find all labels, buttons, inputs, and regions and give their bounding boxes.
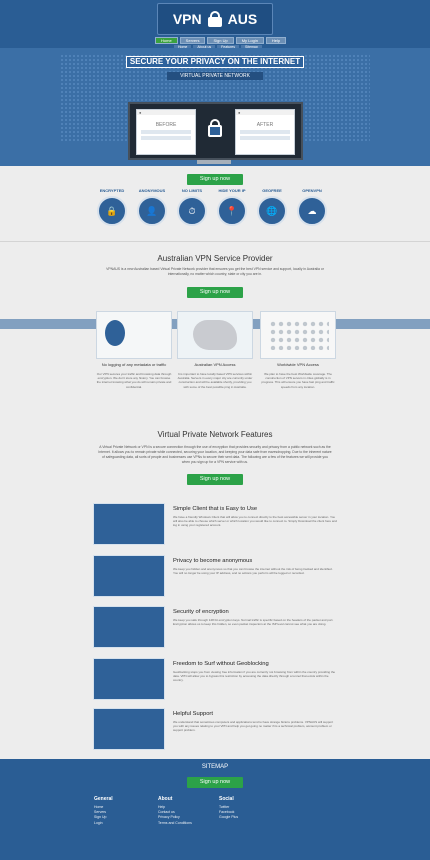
nav-sign-up[interactable]: Sign Up bbox=[207, 37, 234, 44]
hero-subtitle: VIRTUAL PRIVATE NETWORK bbox=[167, 72, 263, 80]
feature-row-privacy: Privacy to become anonymous We keep you … bbox=[93, 555, 337, 597]
row-title: Security of encryption bbox=[173, 609, 229, 615]
card-text: Our VPN secures your traffic and browsin… bbox=[96, 372, 172, 389]
hero-title: SECURE YOUR PRIVACY ON THE INTERNET bbox=[126, 56, 304, 68]
footer-link-terms[interactable]: Terms and Conditions bbox=[158, 821, 192, 826]
signup-button[interactable]: Sign up now bbox=[187, 174, 243, 185]
footer-heading: Social bbox=[219, 796, 234, 802]
features-title: Virtual Private Network Features bbox=[157, 430, 273, 439]
speedometer-icon: ⏱ bbox=[177, 196, 207, 226]
monitor-illustration: ● BEFORE ● AFTER bbox=[128, 102, 303, 160]
pin-icon: 📍 bbox=[217, 196, 247, 226]
logo-left: VPN bbox=[172, 11, 202, 27]
row-text: Geoblocking stops you from viewing free … bbox=[173, 670, 336, 683]
after-caption: ● bbox=[236, 110, 294, 115]
screenshot-world bbox=[260, 311, 336, 359]
main-nav: Home Servers Sign Up My Login Help bbox=[155, 37, 287, 44]
screenshot-logging bbox=[96, 311, 172, 359]
site-logo[interactable]: VPN AUS bbox=[157, 3, 273, 35]
security-icon bbox=[93, 606, 165, 648]
card-text: We plan to have the best Worldwide cover… bbox=[261, 372, 335, 389]
card-title: Worldwide VPN Access bbox=[277, 362, 319, 367]
feature-label: ANONYMOUS bbox=[138, 188, 166, 193]
feature-hide-ip: HIDE YOUR IP 📍 bbox=[214, 188, 250, 226]
row-title: Privacy to become anonymous bbox=[173, 558, 253, 564]
nav-servers[interactable]: Servers bbox=[179, 37, 206, 44]
privacy-icon bbox=[93, 555, 165, 597]
card-title: Australian VPN Access bbox=[194, 362, 236, 367]
signup-button[interactable]: Sign up now bbox=[187, 287, 243, 298]
section-divider bbox=[0, 241, 430, 242]
footer-about: About Help Contact us Privacy Policy Ter… bbox=[158, 796, 192, 826]
feature-label: NO LIMITS bbox=[181, 188, 203, 193]
row-text: We keep you safe through 128 bit encrypt… bbox=[173, 618, 334, 627]
nav-home[interactable]: Home bbox=[155, 37, 178, 44]
globe-icon: 🌐 bbox=[257, 196, 287, 226]
before-title: BEFORE bbox=[155, 122, 177, 128]
nav-my-login[interactable]: My Login bbox=[235, 37, 264, 44]
lock-icon bbox=[208, 119, 222, 137]
footer-general: General Home Servers Sign Up Login bbox=[94, 796, 113, 826]
client-icon bbox=[93, 503, 165, 545]
features-intro: A Virtual Private Network or VPN is a se… bbox=[98, 445, 332, 464]
help-icon bbox=[93, 708, 165, 750]
before-panel: ● BEFORE bbox=[136, 109, 196, 155]
waves-icon bbox=[93, 658, 165, 700]
card-title: No logging of any metadata or traffic bbox=[101, 362, 167, 367]
signup-button[interactable]: Sign up now bbox=[187, 777, 243, 788]
row-title: Freedom to Surf without Geoblocking bbox=[173, 661, 269, 667]
row-text: We keep you hidden and anonymous so that… bbox=[173, 567, 333, 576]
logo-right: AUS bbox=[227, 11, 258, 27]
footer-link-google[interactable]: Google Plus bbox=[219, 815, 238, 820]
after-title: AFTER bbox=[256, 122, 274, 128]
nav-help[interactable]: Help bbox=[265, 37, 287, 44]
lock-icon bbox=[207, 11, 222, 27]
feature-row-security: Security of encryption We keep you safe … bbox=[93, 606, 337, 648]
feature-geofree: GEOFREE 🌐 bbox=[254, 188, 290, 226]
feature-no-limits: NO LIMITS ⏱ bbox=[174, 188, 210, 226]
row-text: We have a friendly Windows Client that w… bbox=[173, 515, 337, 528]
feature-row-support: Helpful Support We understand that somet… bbox=[93, 708, 337, 750]
signup-button[interactable]: Sign up now bbox=[187, 474, 243, 485]
after-panel: ● AFTER bbox=[235, 109, 295, 155]
service-title: Australian VPN Service Provider bbox=[157, 254, 273, 263]
footer-social: Social Twitter Facebook Google Plus bbox=[219, 796, 238, 821]
feature-label: OPENVPN bbox=[302, 188, 322, 193]
feature-openvpn: OPENVPN ☁ bbox=[294, 188, 330, 226]
service-intro: VPNAUS is a new Australian based Virtual… bbox=[106, 267, 324, 276]
feature-row-client: Simple Client that is Easy to Use We hav… bbox=[93, 503, 337, 545]
row-title: Helpful Support bbox=[173, 711, 213, 717]
footer-heading: General bbox=[94, 796, 113, 802]
card-text: It is important to have locally based VP… bbox=[177, 372, 253, 389]
screenshot-australia bbox=[177, 311, 253, 359]
footer-heading: About bbox=[158, 796, 173, 802]
cloud-icon: ☁ bbox=[297, 196, 327, 226]
row-text: We understand that sometimes computers a… bbox=[173, 720, 334, 733]
feature-encrypted: ENCRYPTED 🔒 bbox=[94, 188, 130, 226]
feature-label: HIDE YOUR IP bbox=[218, 188, 246, 193]
row-title: Simple Client that is Easy to Use bbox=[173, 506, 258, 512]
monitor-stand bbox=[197, 160, 231, 164]
feature-icons: ENCRYPTED 🔒 ANONYMOUS 👤 NO LIMITS ⏱ HIDE YO… bbox=[0, 188, 430, 228]
footer-title: SITEMAP bbox=[201, 764, 229, 770]
feature-row-geoblocking: Freedom to Surf without Geoblocking Geob… bbox=[93, 658, 337, 700]
feature-anonymous: ANONYMOUS 👤 bbox=[134, 188, 170, 226]
before-caption: ● bbox=[137, 110, 195, 115]
footer bbox=[0, 759, 430, 860]
feature-label: GEOFREE bbox=[262, 188, 282, 193]
feature-label: ENCRYPTED bbox=[99, 188, 125, 193]
footer-link-login[interactable]: Login bbox=[94, 821, 113, 826]
lock-icon: 🔒 bbox=[97, 196, 127, 226]
user-icon: 👤 bbox=[137, 196, 167, 226]
